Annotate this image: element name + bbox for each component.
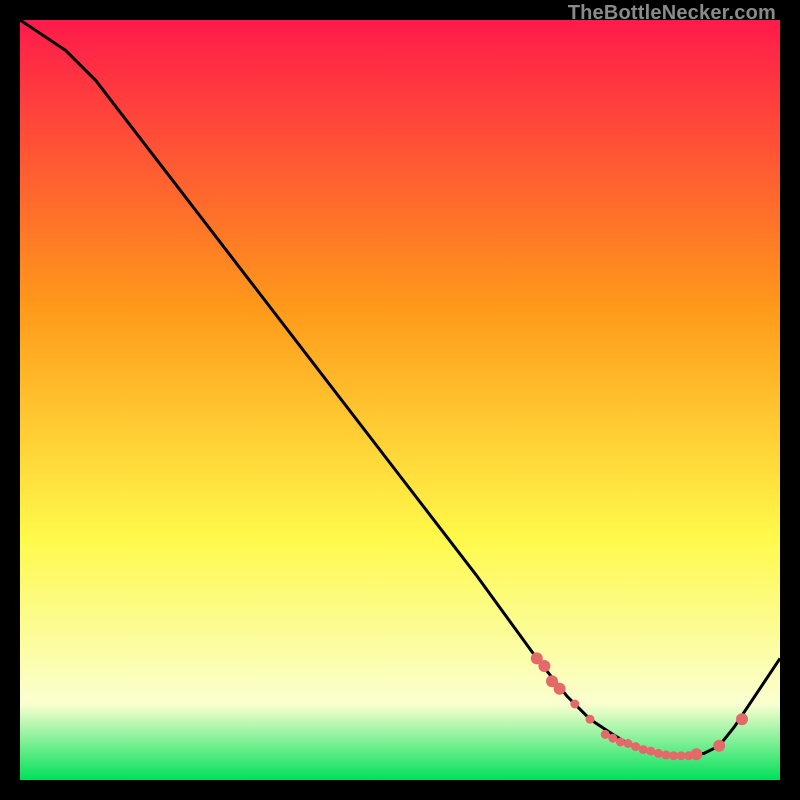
- gradient-background: [20, 20, 780, 780]
- data-marker: [570, 700, 579, 709]
- data-marker: [586, 715, 595, 724]
- data-marker: [662, 750, 671, 759]
- data-marker: [538, 660, 550, 672]
- data-marker: [639, 745, 648, 754]
- data-marker: [654, 749, 663, 758]
- data-marker: [554, 683, 566, 695]
- data-marker: [713, 740, 725, 752]
- chart-frame: [20, 20, 780, 780]
- bottleneck-curve-chart: [20, 20, 780, 780]
- watermark-text: TheBottleNecker.com: [568, 2, 776, 25]
- data-marker: [616, 738, 625, 747]
- data-marker: [646, 747, 655, 756]
- data-marker: [736, 713, 748, 725]
- data-marker: [690, 748, 702, 760]
